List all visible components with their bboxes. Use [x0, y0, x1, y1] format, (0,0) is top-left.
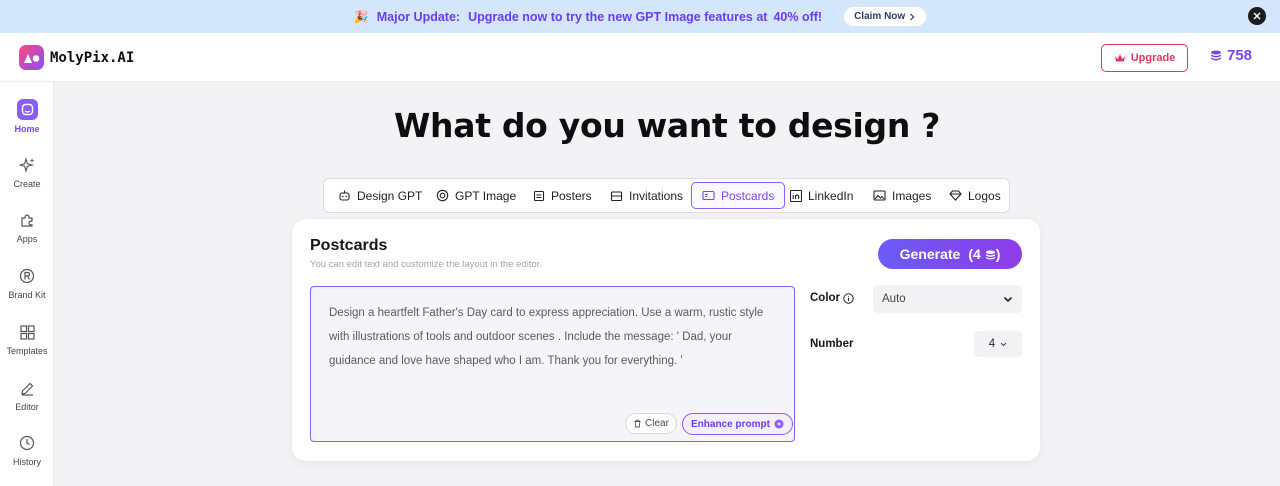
tab-label: Posters — [551, 188, 592, 203]
linkedin-icon — [790, 189, 802, 202]
tab-label: Postcards — [721, 188, 775, 203]
claim-now-label: Claim Now — [854, 11, 906, 22]
design-type-tabs: Design GPT GPT Image Posters Invitations… — [323, 178, 1010, 213]
panel-title: Postcards — [310, 237, 388, 254]
postcard-icon — [702, 190, 715, 201]
clear-button[interactable]: Clear — [625, 413, 677, 434]
tab-label: Invitations — [629, 188, 684, 203]
trash-icon — [634, 419, 641, 428]
color-select[interactable]: Auto — [873, 285, 1022, 313]
enhance-label: Enhance prompt — [691, 418, 770, 430]
sidebar-item-label: Editor — [15, 402, 39, 412]
tab-label: LinkedIn — [808, 188, 854, 203]
puzzle-icon — [17, 210, 37, 230]
sidebar-item-brand-kit[interactable]: Brand Kit — [0, 266, 54, 300]
sidebar-item-label: Apps — [16, 234, 38, 244]
banner-prefix: Major Update: — [376, 9, 461, 24]
sidebar-item-label: Brand Kit — [8, 290, 46, 300]
clock-icon — [17, 433, 37, 453]
number-value: 4 — [988, 338, 996, 350]
top-header: MolyPix.AI Upgrade 758 — [0, 33, 1280, 82]
tab-invitations[interactable]: Invitations — [600, 182, 693, 209]
banner-discount: 40% off! — [773, 9, 823, 24]
party-popper-icon: 🎉 — [353, 9, 369, 24]
sidebar: Home Create Apps Brand Kit Templates Edi… — [0, 82, 54, 486]
registered-icon — [17, 266, 37, 286]
banner-message: Upgrade now to try the new GPT Image fea… — [468, 9, 768, 24]
image-icon — [873, 190, 886, 201]
generate-label: Generate — [899, 246, 961, 262]
diamond-icon — [949, 190, 962, 201]
close-banner-icon[interactable] — [1248, 7, 1266, 25]
poster-icon — [533, 190, 545, 201]
sidebar-item-label: Templates — [6, 346, 48, 356]
page-title: What do you want to design ? — [393, 106, 941, 145]
logo-mark-icon — [19, 45, 44, 70]
app-name: MolyPix.AI — [50, 49, 135, 66]
chevron-down-icon — [1000, 342, 1007, 346]
chevron-down-icon — [1003, 296, 1013, 302]
upgrade-label: Upgrade — [1130, 52, 1176, 64]
tab-images[interactable]: Images — [863, 182, 941, 209]
tab-postcards[interactable]: Postcards — [691, 182, 786, 209]
credits-balance[interactable]: 758 — [1210, 47, 1252, 64]
tab-label: Images — [892, 188, 932, 203]
clear-label: Clear — [645, 418, 669, 429]
promo-banner: 🎉 Major Update: Upgrade now to try the n… — [0, 0, 1280, 33]
prompt-textarea[interactable]: Design a heartfelt Father's Day card to … — [310, 286, 795, 442]
tab-label: GPT Image — [455, 188, 517, 203]
prompt-text: Design a heartfelt Father's Day card to … — [329, 307, 764, 367]
sidebar-item-label: Home — [14, 124, 40, 134]
tab-label: Logos — [968, 188, 1001, 203]
enhance-icon — [774, 419, 784, 429]
tab-posters[interactable]: Posters — [523, 182, 602, 209]
tab-label: Design GPT — [357, 188, 423, 203]
sidebar-item-apps[interactable]: Apps — [0, 210, 54, 244]
pencil-icon — [17, 378, 37, 398]
number-select[interactable]: 4 — [974, 331, 1022, 357]
chevron-right-icon — [910, 13, 915, 20]
sidebar-item-templates[interactable]: Templates — [0, 322, 54, 356]
number-option-label: Number — [810, 338, 854, 350]
tab-gpt-image[interactable]: GPT Image — [426, 182, 526, 209]
coins-icon — [985, 250, 995, 260]
color-value: Auto — [882, 293, 906, 305]
color-option-label: Color — [810, 292, 854, 304]
enhance-prompt-button[interactable]: Enhance prompt — [682, 413, 793, 435]
sidebar-item-home[interactable]: Home — [0, 99, 54, 134]
sidebar-item-label: Create — [13, 179, 41, 189]
postcards-panel: Postcards You can edit text and customiz… — [292, 219, 1040, 461]
generate-cost: (4 ) — [968, 246, 1001, 262]
upgrade-button[interactable]: Upgrade — [1101, 44, 1188, 72]
sidebar-item-history[interactable]: History — [0, 433, 54, 467]
robot-icon — [339, 190, 350, 201]
openai-icon — [436, 189, 449, 202]
home-icon — [16, 99, 38, 120]
info-icon[interactable] — [843, 292, 854, 304]
coins-icon — [1211, 50, 1221, 61]
sidebar-item-label: History — [12, 457, 41, 467]
claim-now-button[interactable]: Claim Now — [844, 7, 927, 26]
grid-icon — [17, 322, 37, 342]
sparkles-icon — [17, 155, 37, 175]
tab-linkedin[interactable]: LinkedIn — [780, 182, 863, 209]
app-logo[interactable]: MolyPix.AI — [19, 45, 134, 70]
tab-design-gpt[interactable]: Design GPT — [328, 182, 432, 209]
sidebar-item-editor[interactable]: Editor — [0, 378, 54, 412]
generate-button[interactable]: Generate (4 ) — [878, 239, 1022, 269]
panel-subtitle: You can edit text and customize the layo… — [310, 259, 543, 270]
sidebar-item-create[interactable]: Create — [0, 155, 54, 189]
credits-count: 758 — [1227, 47, 1253, 64]
tab-logos[interactable]: Logos — [939, 182, 1011, 209]
invitation-icon — [610, 190, 623, 201]
crown-icon — [1114, 54, 1125, 62]
